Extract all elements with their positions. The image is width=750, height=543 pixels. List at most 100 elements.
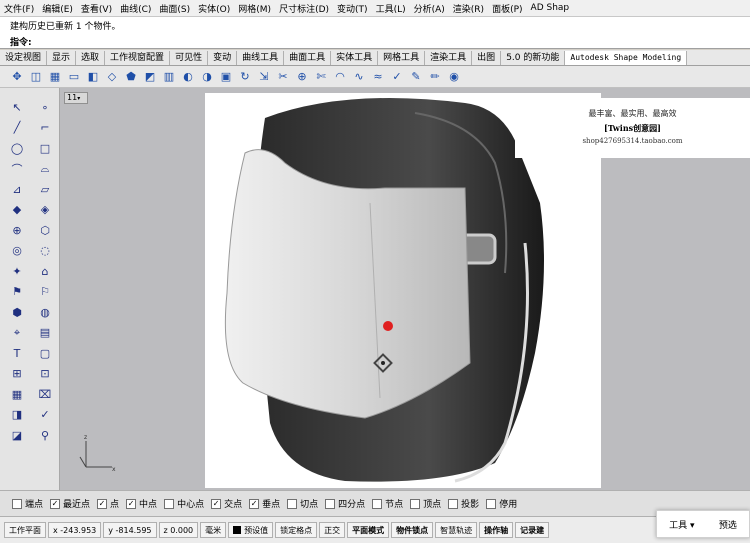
menu-item[interactable]: 工具(L) [372,2,410,15]
tool-icon[interactable]: ◍ [36,303,54,321]
snap-checkbox[interactable] [287,498,298,509]
box-icon[interactable]: ◫ [27,69,45,85]
snap-checkbox[interactable]: ✓ [50,498,61,509]
tool-icon[interactable]: ▱ [36,180,54,198]
popup-tools[interactable]: 工具 ▾ [669,518,694,531]
snap-checkbox[interactable]: ✓ [249,498,260,509]
tab-item[interactable]: 曲面工具 [284,51,332,65]
tab-item[interactable]: 工作视窗配置 [105,51,171,65]
tool-icon[interactable]: ◪ [8,426,26,444]
status-smarttrack[interactable]: 智慧轨迹 [435,522,478,538]
tab-item[interactable]: 曲线工具 [237,51,285,65]
status-osnap[interactable]: 物件锁点 [391,522,434,538]
status-plane[interactable]: 工作平面 [4,522,46,538]
snap-option[interactable]: 投影 [448,497,479,510]
snap-checkbox[interactable] [372,498,383,509]
move-icon[interactable]: ✥ [8,69,26,85]
status-record[interactable]: 记录建 [515,522,550,538]
patch-icon[interactable]: ⬟ [122,69,140,85]
snap-option[interactable]: 四分点 [325,497,365,510]
snap-option[interactable]: ✓ 中点 [126,497,157,510]
trim-icon[interactable]: ✄ [312,69,330,85]
tool-icon[interactable]: ⌐ [36,119,54,137]
snap-option[interactable]: ✓ 点 [97,497,119,510]
menu-item[interactable]: 曲线(C) [116,2,155,15]
tab-item[interactable]: 网格工具 [378,51,426,65]
command-prompt[interactable]: 指令: [10,35,32,48]
menu-item[interactable]: 尺寸标注(D) [275,2,333,15]
grid-icon[interactable]: ▦ [46,69,64,85]
menu-item[interactable]: 曲面(S) [155,2,194,15]
menu-item[interactable]: 文件(F) [0,2,38,15]
snap-option[interactable]: 顶点 [410,497,441,510]
tool-icon[interactable]: ⌒ [8,160,26,178]
tool-icon[interactable]: ✦ [8,262,26,280]
surface-icon[interactable]: ◩ [141,69,159,85]
popup-preview[interactable]: 预选 [719,518,737,531]
tool-icon[interactable]: T [8,344,26,362]
status-planar[interactable]: 平面模式 [347,522,390,538]
tab-item[interactable]: 变动 [208,51,238,65]
tool-icon[interactable]: ⊞ [8,365,26,383]
tool-icon[interactable]: ◆ [8,201,26,219]
tab-item[interactable]: 可见性 [170,51,209,65]
snap-checkbox[interactable]: ✓ [97,498,108,509]
menu-item[interactable]: 渲染(R) [449,2,488,15]
snap-option[interactable]: 端点 [12,497,43,510]
pen-icon[interactable]: ✏ [426,69,444,85]
tool-icon[interactable]: ⬡ [36,221,54,239]
plane-icon[interactable]: ◇ [103,69,121,85]
tool-icon[interactable]: ▢ [36,344,54,362]
tool-icon[interactable]: ⊿ [8,180,26,198]
menu-item[interactable]: 分析(A) [410,2,449,15]
tool-icon[interactable]: ╱ [8,119,26,137]
tool-icon[interactable]: ◎ [8,242,26,260]
rotate-icon[interactable]: ↻ [236,69,254,85]
menu-item[interactable]: 编辑(E) [38,2,77,15]
snap-option[interactable]: 中心点 [164,497,204,510]
status-ortho[interactable]: 正交 [319,522,346,538]
tool-icon[interactable]: ⬢ [8,303,26,321]
edit-icon[interactable]: ✎ [407,69,425,85]
extrude-icon[interactable]: ▣ [217,69,235,85]
snap-checkbox[interactable] [486,498,497,509]
cube-icon[interactable]: ◧ [84,69,102,85]
tab-item[interactable]: Autodesk Shape Modeling [565,51,688,65]
sweep-icon[interactable]: ◐ [179,69,197,85]
tool-icon[interactable]: ◌ [36,242,54,260]
tool-icon[interactable]: ✓ [36,406,54,424]
status-layer[interactable]: 预设值 [228,522,274,538]
tab-item[interactable]: 5.0 的新功能 [501,51,566,65]
snap-option[interactable]: ✓ 最近点 [50,497,90,510]
menu-item[interactable]: 查看(V) [77,2,116,15]
tool-icon[interactable]: ⊕ [8,221,26,239]
tab-item[interactable]: 设定视图 [0,51,48,65]
snap-checkbox[interactable] [164,498,175,509]
tab-item[interactable]: 出图 [472,51,502,65]
tool-icon[interactable]: ◈ [36,201,54,219]
snap-checkbox[interactable] [410,498,421,509]
tool-icon[interactable]: ∘ [36,98,54,116]
tool-icon[interactable]: ⊡ [36,365,54,383]
snap-checkbox[interactable]: ✓ [126,498,137,509]
rect-icon[interactable]: ▭ [65,69,83,85]
tab-item[interactable]: 选取 [76,51,106,65]
tool-icon[interactable]: ↖ [8,98,26,116]
menu-item[interactable]: 面板(P) [488,2,526,15]
snap-checkbox[interactable] [325,498,336,509]
tools-popup[interactable]: 工具 ▾ 预选 [656,510,750,538]
viewport-label[interactable]: 11▾ [64,92,88,104]
tool-icon[interactable]: ⚲ [36,426,54,444]
check-icon[interactable]: ✓ [388,69,406,85]
status-gumball[interactable]: 操作轴 [479,522,514,538]
menu-item[interactable]: 变动(T) [333,2,372,15]
tool-icon[interactable]: ⌧ [36,385,54,403]
menu-item[interactable]: 网格(M) [234,2,275,15]
snap-option[interactable]: ✓ 交点 [211,497,242,510]
split-icon[interactable]: ✂ [274,69,292,85]
snap-option[interactable]: 切点 [287,497,318,510]
menu-item[interactable]: AD Shap [527,3,574,13]
join-icon[interactable]: ⊕ [293,69,311,85]
status-lock-grid[interactable]: 锁定格点 [275,522,318,538]
tool-icon[interactable]: ⚐ [36,283,54,301]
